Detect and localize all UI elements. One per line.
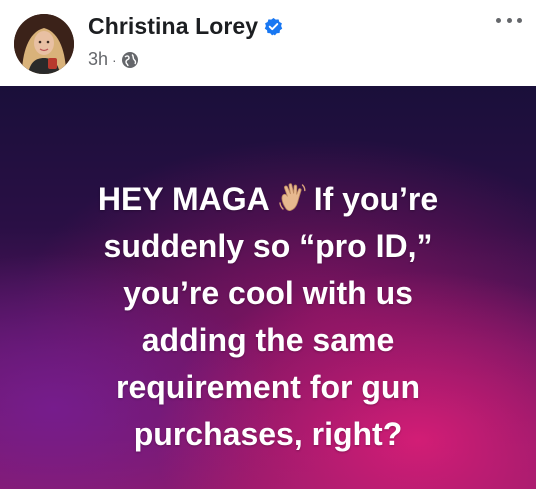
post-text-segment: HEY MAGA — [97, 181, 270, 217]
author-name[interactable]: Christina Lorey — [88, 13, 258, 40]
waving-hand-icon — [276, 181, 310, 215]
post-text-line: requirement for gun — [115, 369, 420, 405]
post-header: Christina Lorey 3h · — [0, 0, 536, 86]
more-dot — [517, 17, 522, 23]
more-options-icon[interactable] — [496, 14, 522, 26]
post-text-line: adding the same — [141, 322, 395, 358]
post-content: HEY MAGA If you’re suddenly so “pro ID,”… — [30, 176, 506, 458]
avatar[interactable] — [14, 14, 74, 74]
more-dot — [506, 17, 512, 23]
author-line: Christina Lorey — [88, 13, 283, 40]
post-text-segment: If you’re — [313, 181, 439, 217]
post-meta: 3h · — [88, 49, 139, 70]
globe-icon[interactable] — [121, 51, 139, 69]
post-text-line: HEY MAGA If you’re — [30, 176, 506, 223]
post-text-line: suddenly so “pro ID,” — [103, 228, 433, 264]
verified-badge-icon — [264, 17, 283, 36]
more-dot — [496, 17, 501, 23]
meta-separator: · — [112, 51, 117, 68]
facebook-post: Christina Lorey 3h · HEY MAGA If you’re … — [0, 0, 536, 489]
post-timestamp[interactable]: 3h — [88, 49, 108, 70]
post-text-line: purchases, right? — [133, 416, 403, 452]
post-text-line: you’re cool with us — [123, 275, 413, 311]
